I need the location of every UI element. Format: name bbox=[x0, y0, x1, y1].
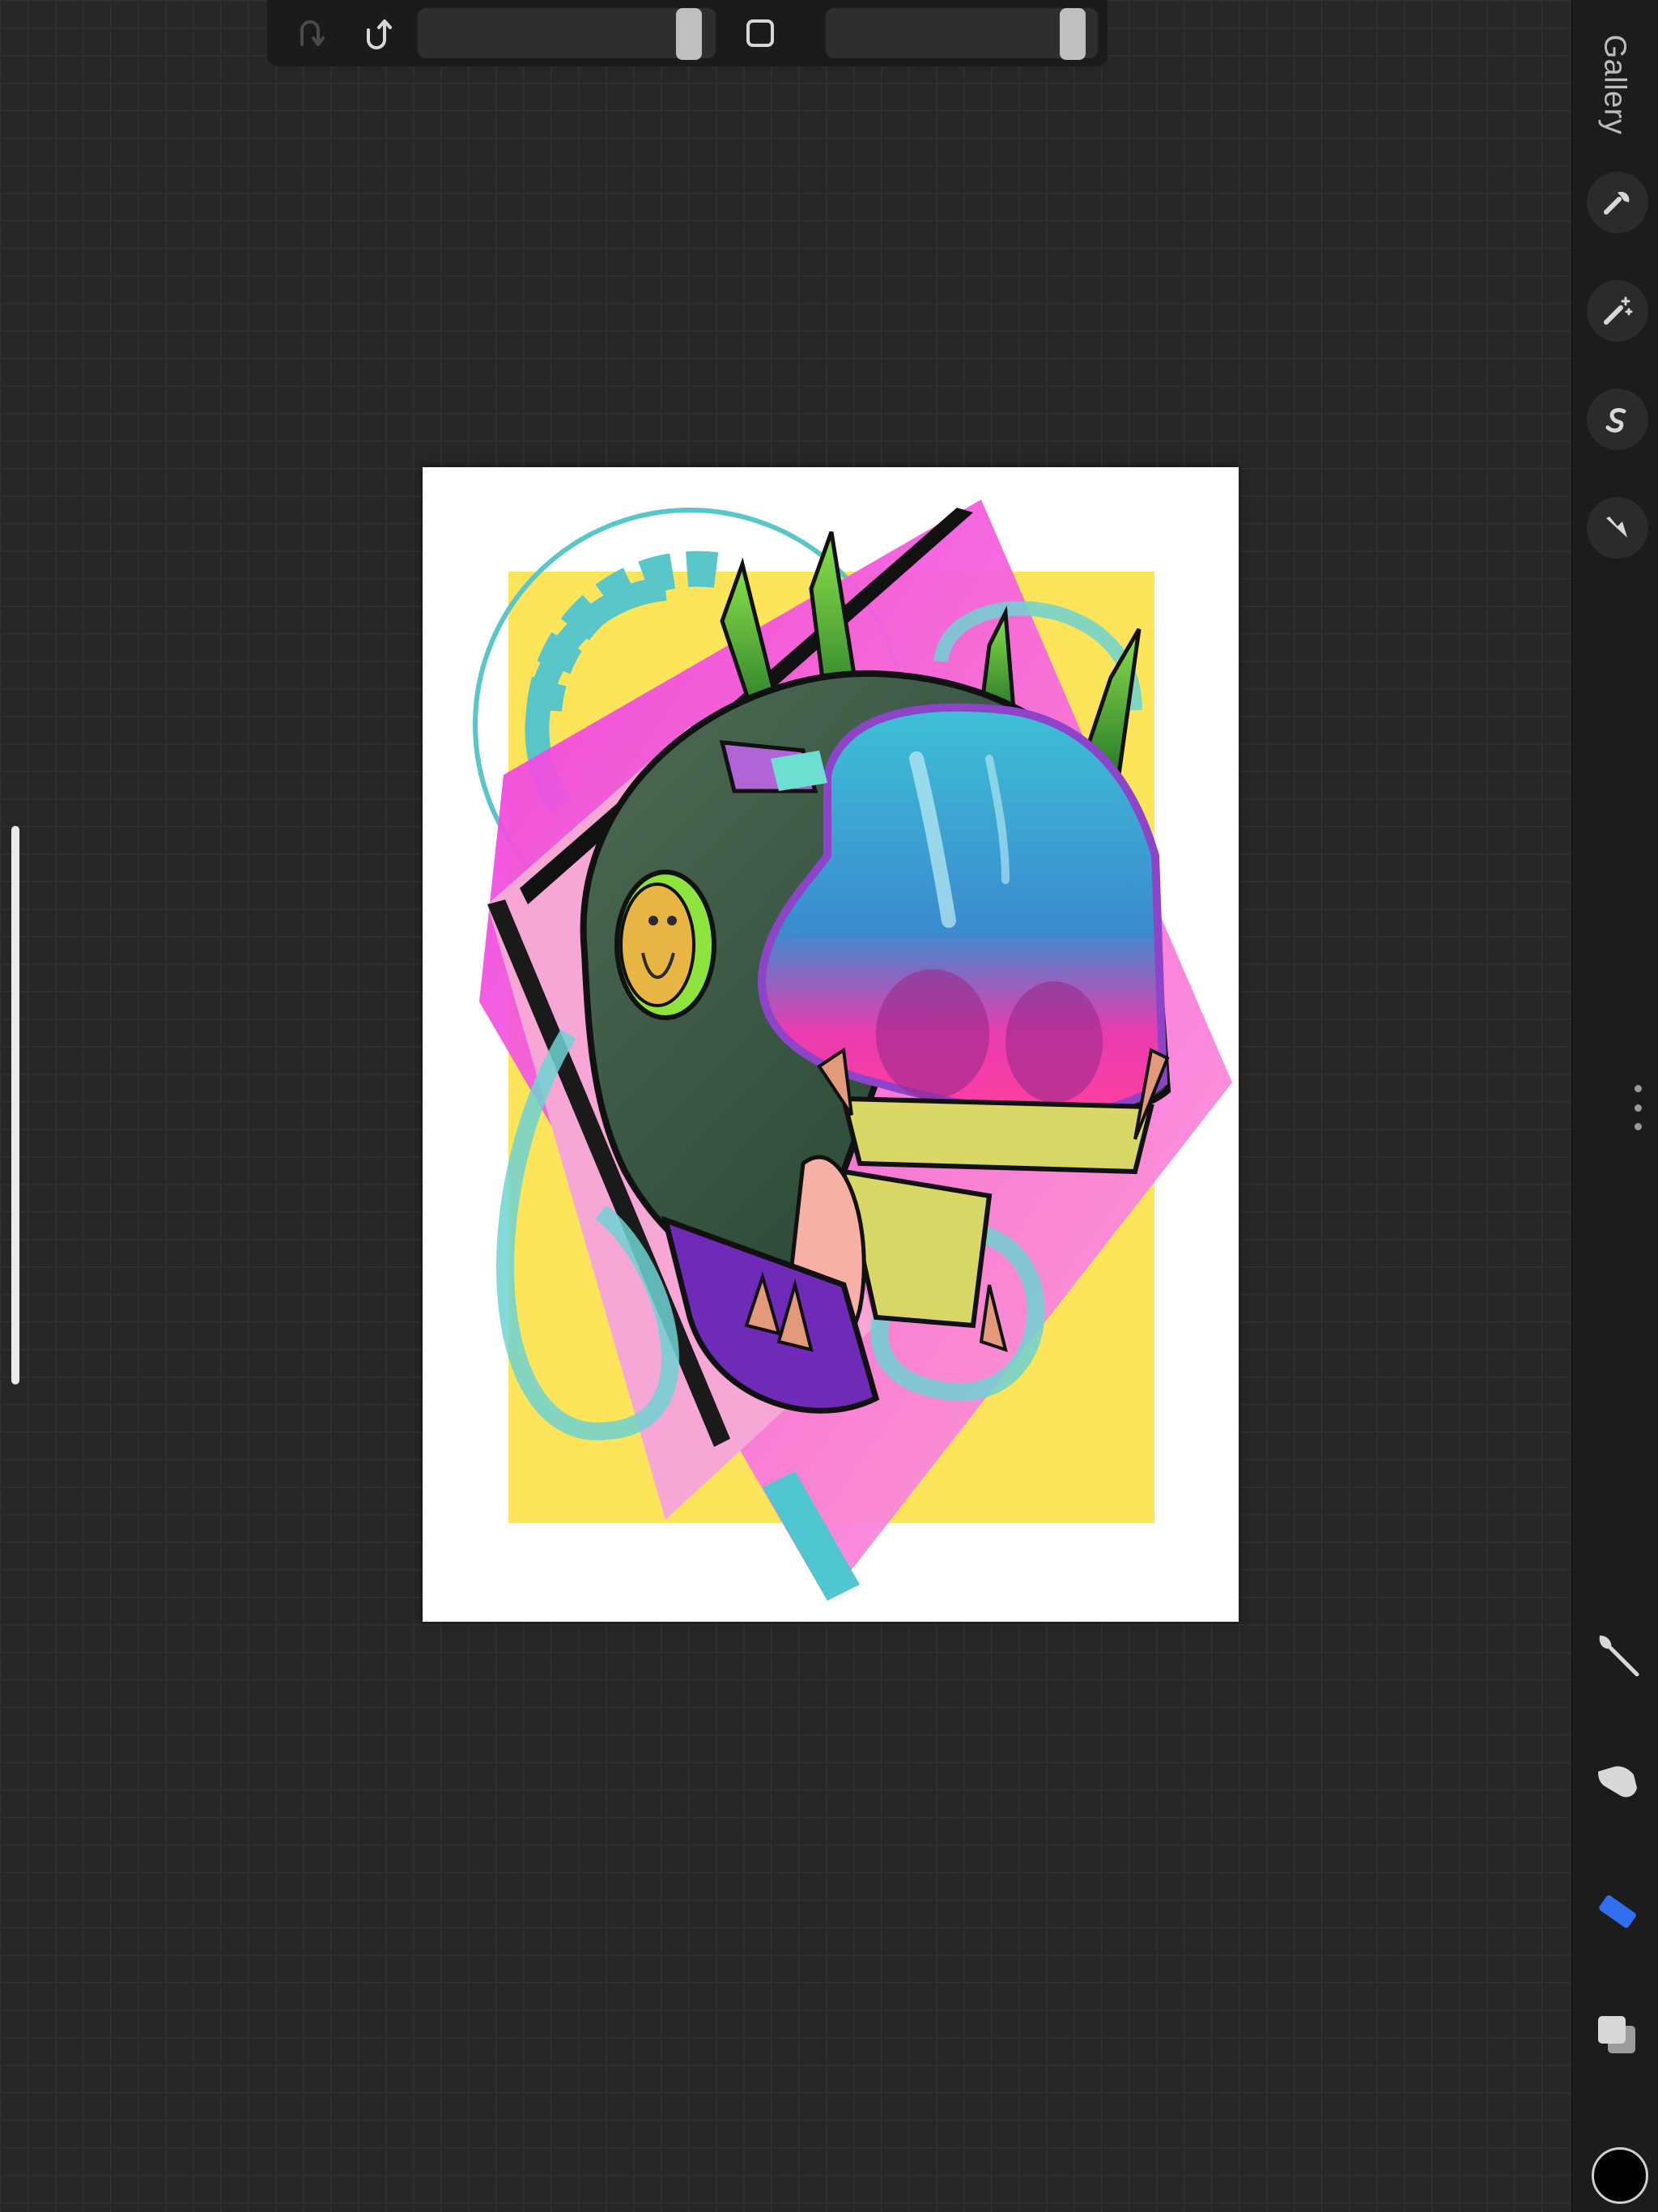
magic-wand-icon[interactable] bbox=[1587, 280, 1648, 342]
quick-toolbar bbox=[267, 0, 1107, 66]
brush-opacity-thumb[interactable] bbox=[1059, 8, 1086, 60]
active-color-swatch[interactable] bbox=[1592, 2147, 1648, 2204]
layers-icon[interactable] bbox=[1588, 2006, 1647, 2065]
artwork-canvas[interactable] bbox=[423, 467, 1239, 1622]
selection-s-icon[interactable] bbox=[1587, 389, 1648, 450]
square-modifier-icon[interactable] bbox=[737, 10, 784, 57]
more-options-icon[interactable] bbox=[1632, 1085, 1643, 1130]
eraser-icon[interactable] bbox=[1588, 1882, 1647, 1940]
gallery-label: Gallery bbox=[1597, 34, 1632, 134]
undo-icon[interactable] bbox=[353, 10, 400, 57]
arrow-cursor-icon[interactable] bbox=[1587, 497, 1648, 559]
brush-icon[interactable] bbox=[1588, 1626, 1647, 1684]
redo-icon[interactable] bbox=[287, 10, 334, 57]
gallery-button[interactable]: Gallery bbox=[1582, 28, 1647, 141]
sidebar-slider-handle[interactable] bbox=[11, 826, 19, 1385]
brush-size-thumb[interactable] bbox=[676, 8, 703, 60]
right-toolbar: Gallery bbox=[1571, 0, 1658, 2212]
brush-opacity-slider[interactable] bbox=[826, 8, 1098, 60]
smudge-finger-icon[interactable] bbox=[1588, 1752, 1647, 1810]
brush-size-slider[interactable] bbox=[418, 8, 716, 60]
wrench-icon[interactable] bbox=[1587, 172, 1648, 233]
